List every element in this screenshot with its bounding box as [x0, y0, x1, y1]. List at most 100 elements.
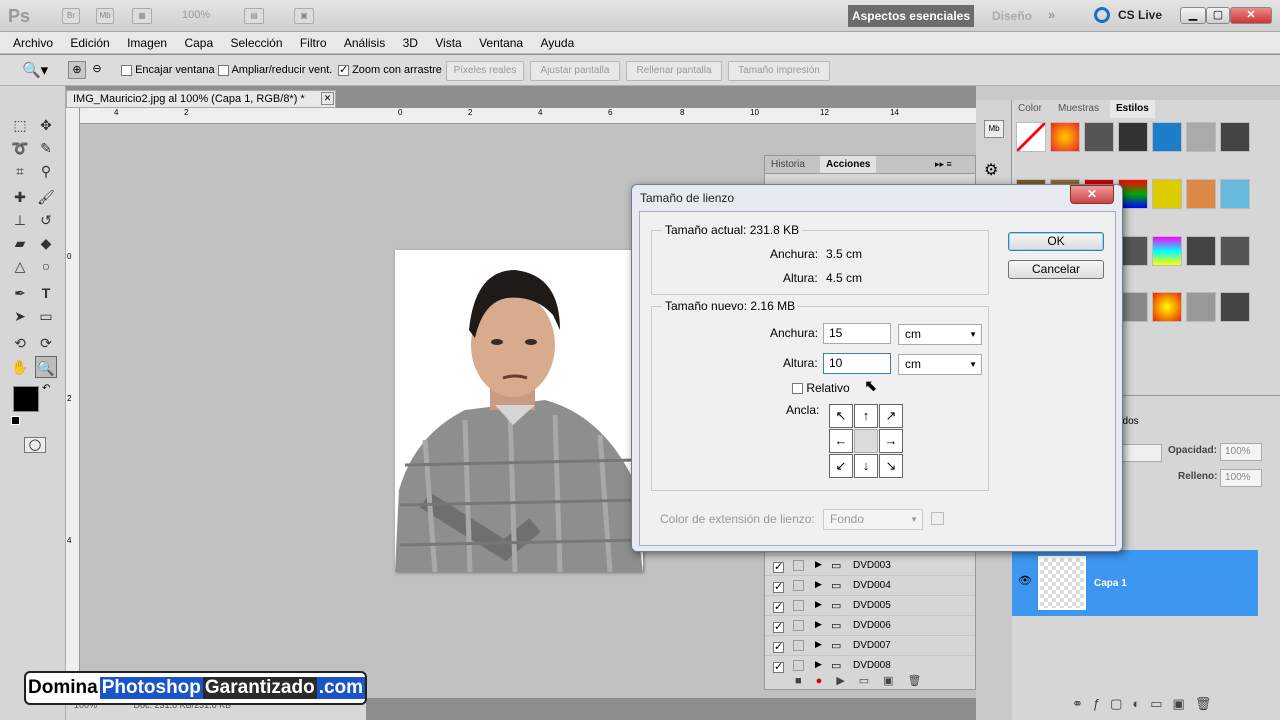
- expand-arrow-icon[interactable]: ▶: [815, 619, 822, 630]
- action-row[interactable]: ▶ ▭ DVD006: [765, 615, 975, 635]
- new-height-input[interactable]: 10: [823, 353, 891, 374]
- style-swatch[interactable]: [1220, 292, 1250, 323]
- arrange-documents-icon[interactable]: ▤: [244, 8, 264, 24]
- dialog-close-button[interactable]: ✕: [1070, 185, 1114, 204]
- tab-actions[interactable]: Acciones: [820, 156, 877, 173]
- shape-tool-icon[interactable]: ▭: [35, 305, 57, 327]
- healing-brush-tool-icon[interactable]: ✚: [9, 186, 31, 208]
- fit-window-checkbox[interactable]: [121, 64, 132, 76]
- relative-option[interactable]: Relativo: [792, 381, 850, 395]
- zoom-in-icon[interactable]: ⊕: [68, 61, 86, 79]
- eraser-tool-icon[interactable]: ▰: [9, 232, 31, 254]
- minibridge-panel-icon[interactable]: Mb: [984, 120, 1004, 138]
- action-dialog-toggle[interactable]: [793, 660, 804, 671]
- minibridge-icon[interactable]: Mb: [96, 8, 114, 24]
- layer-name[interactable]: Capa 1: [1094, 578, 1127, 589]
- foreground-color-swatch[interactable]: [13, 386, 39, 412]
- scrubby-zoom-checkbox[interactable]: [338, 63, 349, 76]
- layer-row-selected[interactable]: 👁 Capa 1: [1012, 550, 1258, 616]
- 3d-orbit-tool-icon[interactable]: ⟳: [35, 332, 57, 354]
- actions-footer-icons[interactable]: ■●▶▭▣🗑: [795, 674, 936, 687]
- cancel-button[interactable]: Cancelar: [1008, 260, 1104, 279]
- histogram-panel-icon[interactable]: ⚙: [984, 160, 998, 180]
- style-swatch[interactable]: [1186, 292, 1216, 323]
- style-swatch[interactable]: [1016, 122, 1046, 152]
- menu-seleccion[interactable]: Selección: [223, 32, 289, 54]
- style-swatch[interactable]: [1152, 235, 1182, 266]
- style-swatch[interactable]: [1118, 122, 1148, 152]
- style-swatch[interactable]: [1152, 292, 1182, 323]
- layers-footer-icons[interactable]: ⚭ƒ▢◐▭▣🗑: [1072, 696, 1221, 712]
- expand-arrow-icon[interactable]: ▶: [815, 579, 822, 590]
- anchor-top-arrow-icon[interactable]: ↑: [854, 404, 878, 428]
- anchor-left-arrow-icon[interactable]: ←: [829, 429, 853, 453]
- anchor-bottom-arrow-icon[interactable]: ↓: [854, 454, 878, 478]
- menu-3d[interactable]: 3D: [396, 32, 425, 54]
- quick-selection-tool-icon[interactable]: ✎: [35, 137, 57, 159]
- blend-mode-select[interactable]: [1122, 444, 1162, 462]
- menu-vista[interactable]: Vista: [428, 32, 468, 54]
- menu-imagen[interactable]: Imagen: [120, 32, 174, 54]
- panel-menu-icon[interactable]: ▸▸ ≡: [935, 159, 952, 170]
- new-height-unit-select[interactable]: cm: [898, 354, 982, 375]
- expand-arrow-icon[interactable]: ▶: [815, 559, 822, 570]
- menu-edicion[interactable]: Edición: [63, 32, 116, 54]
- view-extras-icon[interactable]: ▦: [132, 8, 152, 24]
- move-tool-icon[interactable]: ✥: [35, 114, 57, 136]
- style-swatch[interactable]: [1084, 122, 1114, 152]
- screen-mode-icon[interactable]: ▣: [294, 8, 314, 24]
- style-swatch[interactable]: [1220, 178, 1250, 209]
- action-toggle-checkbox[interactable]: [773, 600, 784, 614]
- anchor-top-left-arrow-icon[interactable]: ↖: [829, 404, 853, 428]
- marquee-tool-icon[interactable]: ⬚: [9, 114, 31, 136]
- action-dialog-toggle[interactable]: [793, 580, 804, 591]
- tab-color[interactable]: Color: [1012, 100, 1048, 118]
- hand-tool-icon[interactable]: ✋: [9, 356, 31, 378]
- default-colors-icon[interactable]: [11, 416, 20, 425]
- expand-arrow-icon[interactable]: ▶: [815, 599, 822, 610]
- zoom-tool-icon[interactable]: 🔍: [35, 356, 57, 378]
- workspace-essentials-button[interactable]: Aspectos esenciales: [848, 5, 974, 27]
- action-toggle-checkbox[interactable]: [773, 580, 784, 594]
- style-swatch[interactable]: [1186, 178, 1216, 209]
- blur-tool-icon[interactable]: △: [9, 255, 31, 277]
- zoom-out-icon[interactable]: ⊖: [88, 61, 106, 79]
- resize-window-option[interactable]: Ampliar/reducir vent.: [218, 64, 332, 76]
- action-toggle-checkbox[interactable]: [773, 640, 784, 654]
- extension-color-swatch[interactable]: [931, 512, 944, 525]
- history-brush-tool-icon[interactable]: ↺: [35, 209, 57, 231]
- extension-color-select[interactable]: Fondo: [823, 509, 923, 530]
- window-close-button[interactable]: ✕: [1230, 7, 1272, 24]
- action-row[interactable]: ▶ ▭ DVD004: [765, 575, 975, 595]
- menu-ayuda[interactable]: Ayuda: [533, 32, 581, 54]
- print-size-button[interactable]: Tamaño impresión: [728, 61, 830, 81]
- fit-screen-button[interactable]: Ajustar pantalla: [530, 61, 620, 81]
- brush-tool-icon[interactable]: 🖌: [35, 186, 57, 208]
- anchor-bottom-right-arrow-icon[interactable]: ↘: [879, 454, 903, 478]
- close-document-icon[interactable]: ✕: [321, 92, 334, 105]
- tab-history[interactable]: Historia: [771, 159, 805, 170]
- style-swatch[interactable]: [1152, 122, 1182, 152]
- lasso-tool-icon[interactable]: ➰: [9, 137, 31, 159]
- style-swatch[interactable]: [1152, 178, 1182, 209]
- cs-live-button[interactable]: CS Live: [1118, 8, 1162, 22]
- anchor-bottom-left-arrow-icon[interactable]: ↙: [829, 454, 853, 478]
- pen-tool-icon[interactable]: ✒: [9, 282, 31, 304]
- anchor-right-arrow-icon[interactable]: →: [879, 429, 903, 453]
- style-swatch[interactable]: [1220, 122, 1250, 152]
- fit-window-option[interactable]: Encajar ventana: [121, 64, 215, 76]
- tab-swatches[interactable]: Muestras: [1052, 100, 1105, 118]
- eyedropper-tool-icon[interactable]: ⚲: [35, 160, 57, 182]
- zoom-tool-preset-icon[interactable]: 🔍▾: [22, 61, 48, 79]
- type-tool-icon[interactable]: T: [35, 282, 57, 304]
- menu-filtro[interactable]: Filtro: [293, 32, 334, 54]
- menu-capa[interactable]: Capa: [177, 32, 220, 54]
- menu-analisis[interactable]: Análisis: [337, 32, 392, 54]
- tab-styles[interactable]: Estilos: [1110, 100, 1155, 118]
- scrubby-zoom-option[interactable]: Zoom con arrastre: [338, 63, 442, 76]
- clone-stamp-tool-icon[interactable]: ⊥: [9, 209, 31, 231]
- resize-window-checkbox[interactable]: [218, 64, 229, 76]
- action-dialog-toggle[interactable]: [793, 620, 804, 631]
- opacity-input[interactable]: 100%: [1220, 443, 1262, 461]
- document-image[interactable]: [395, 250, 643, 572]
